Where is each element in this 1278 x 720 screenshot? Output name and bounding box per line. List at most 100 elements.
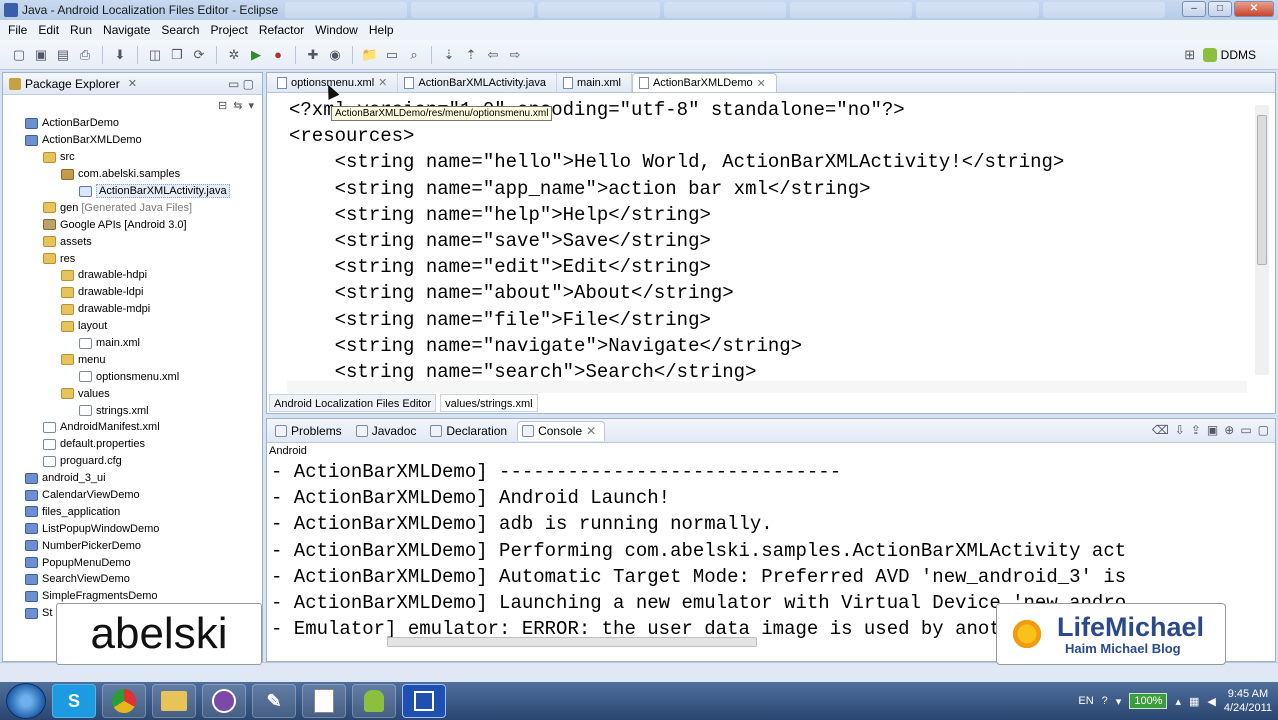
menu-window[interactable]: Window bbox=[311, 23, 365, 37]
language-indicator[interactable]: EN bbox=[1078, 695, 1093, 707]
minimize-button[interactable]: – bbox=[1182, 1, 1206, 17]
tree-item[interactable]: com.abelski.samples bbox=[3, 166, 262, 183]
tree-item[interactable]: NumberPickerDemo bbox=[3, 537, 262, 554]
menu-search[interactable]: Search bbox=[157, 23, 206, 37]
ddms-label[interactable]: DDMS bbox=[1221, 48, 1256, 62]
console-tab[interactable]: Problems bbox=[271, 421, 350, 441]
tree-item[interactable]: values bbox=[3, 385, 262, 402]
close-tab-icon[interactable]: ✕ bbox=[757, 77, 766, 90]
menu-help[interactable]: Help bbox=[365, 23, 401, 37]
save-icon[interactable]: ▣ bbox=[32, 46, 50, 64]
external-tools-icon[interactable]: ● bbox=[269, 46, 287, 64]
tree-item[interactable]: ListPopupWindowDemo bbox=[3, 520, 262, 537]
console-tab[interactable]: Javadoc bbox=[352, 421, 425, 441]
tree-item[interactable]: android_3_ui bbox=[3, 470, 262, 487]
tree-item[interactable]: menu bbox=[3, 351, 262, 368]
menu-run[interactable]: Run bbox=[66, 23, 99, 37]
tree-item[interactable]: assets bbox=[3, 233, 262, 250]
pdf-icon[interactable] bbox=[302, 684, 346, 718]
perspective-switcher[interactable]: ⊞ DDMS bbox=[1181, 46, 1256, 64]
app-icon[interactable] bbox=[202, 684, 246, 718]
tree-item[interactable]: src bbox=[3, 149, 262, 166]
scroll-thumb[interactable] bbox=[1257, 115, 1267, 265]
next-annotation-icon[interactable]: ⇣ bbox=[440, 46, 458, 64]
copy-icon[interactable]: ❐ bbox=[168, 46, 186, 64]
open-console-icon[interactable]: ⊕ bbox=[1224, 423, 1234, 437]
clock[interactable]: 9:45 AM 4/24/2011 bbox=[1224, 687, 1272, 715]
open-perspective-icon[interactable]: ⊞ bbox=[1181, 46, 1199, 64]
tree-item[interactable]: default.properties bbox=[3, 436, 262, 453]
tree-item[interactable]: res bbox=[3, 250, 262, 267]
run-icon[interactable]: ▶ bbox=[247, 46, 265, 64]
back-icon[interactable]: ⇦ bbox=[484, 46, 502, 64]
android-icon[interactable] bbox=[352, 684, 396, 718]
console-tab[interactable]: Console ✕ bbox=[517, 420, 606, 441]
help-icon[interactable]: ? bbox=[1102, 695, 1108, 707]
forward-icon[interactable]: ⇨ bbox=[506, 46, 524, 64]
minimize-icon[interactable]: ▭ bbox=[1240, 423, 1251, 437]
tree-item[interactable]: ActionBarDemo bbox=[3, 115, 262, 132]
refresh-icon[interactable]: ⟳ bbox=[190, 46, 208, 64]
editor-tab[interactable]: ActionBarXMLActivity.java bbox=[398, 73, 557, 92]
link-editor-icon[interactable]: ⇆ bbox=[233, 99, 242, 112]
start-button[interactable] bbox=[6, 683, 46, 719]
minimize-maximize-icon[interactable]: ▭ ▢ bbox=[228, 77, 254, 91]
package-explorer-title[interactable]: Package Explorer bbox=[25, 77, 120, 91]
tree-item[interactable]: drawable-ldpi bbox=[3, 284, 262, 301]
console-horizontal-scrollbar[interactable] bbox=[387, 637, 757, 647]
tree-item[interactable]: ActionBarXMLDemo bbox=[3, 132, 262, 149]
tree-item[interactable]: proguard.cfg bbox=[3, 453, 262, 470]
close-button[interactable]: ✕ bbox=[1234, 1, 1274, 17]
menu-navigate[interactable]: Navigate bbox=[99, 23, 157, 37]
code-editor[interactable]: <?xml version="1.0" encoding="utf-8" sta… bbox=[289, 97, 1064, 385]
close-tab-icon[interactable]: ✕ bbox=[378, 76, 387, 89]
tree-item[interactable]: drawable-hdpi bbox=[3, 267, 262, 284]
editor-horizontal-scrollbar[interactable] bbox=[287, 381, 1247, 393]
clear-console-icon[interactable]: ⌫ bbox=[1152, 423, 1169, 437]
volume-icon[interactable]: ◀ bbox=[1207, 695, 1215, 708]
save-all-icon[interactable]: ▤ bbox=[54, 46, 72, 64]
collapse-all-icon[interactable]: ⊟ bbox=[218, 99, 227, 112]
editor-vertical-scrollbar[interactable] bbox=[1255, 105, 1269, 375]
display-console-icon[interactable]: ▣ bbox=[1207, 423, 1218, 437]
tree-item[interactable]: AndroidManifest.xml bbox=[3, 419, 262, 436]
view-menu-icon[interactable]: ▾ bbox=[248, 99, 254, 112]
tree-item[interactable]: gen [Generated Java Files] bbox=[3, 199, 262, 216]
debug-icon[interactable]: ✲ bbox=[225, 46, 243, 64]
tree-item[interactable]: Google APIs [Android 3.0] bbox=[3, 216, 262, 233]
tree-item[interactable]: PopupMenuDemo bbox=[3, 554, 262, 571]
editor-tab[interactable]: ActionBarXMLDemo ✕ bbox=[631, 73, 777, 92]
search-icon[interactable]: ⌕ bbox=[405, 46, 423, 64]
tree-item[interactable]: SearchViewDemo bbox=[3, 571, 262, 588]
battery-indicator[interactable]: 100% bbox=[1129, 693, 1168, 709]
tree-item[interactable]: strings.xml bbox=[3, 402, 262, 419]
editor-tab[interactable]: main.xml bbox=[557, 73, 632, 92]
console-tab[interactable]: Declaration bbox=[426, 421, 515, 441]
new-java-icon[interactable]: ◉ bbox=[326, 46, 344, 64]
tree-item[interactable]: drawable-mdpi bbox=[3, 301, 262, 318]
show-hidden-icons-icon[interactable]: ▴ bbox=[1175, 695, 1181, 708]
maximize-icon[interactable]: ▢ bbox=[1258, 423, 1269, 437]
eclipse-icon[interactable] bbox=[402, 684, 446, 718]
maximize-button[interactable]: □ bbox=[1208, 1, 1232, 17]
skype-icon[interactable]: S bbox=[52, 684, 96, 718]
close-tab-icon[interactable]: ✕ bbox=[586, 424, 596, 438]
print-icon[interactable]: ⎙ bbox=[76, 46, 94, 64]
menu-file[interactable]: File bbox=[4, 23, 34, 37]
open-type-icon[interactable]: ◫ bbox=[146, 46, 164, 64]
tree-item[interactable]: layout bbox=[3, 318, 262, 335]
menu-refactor[interactable]: Refactor bbox=[255, 23, 311, 37]
editor-page-tab[interactable]: Android Localization Files Editor bbox=[269, 394, 437, 412]
android-sdk-icon[interactable]: ⬇ bbox=[111, 46, 129, 64]
open-task-icon[interactable]: ▭ bbox=[383, 46, 401, 64]
pin-console-icon[interactable]: ⇪ bbox=[1191, 423, 1201, 437]
menu-project[interactable]: Project bbox=[206, 23, 254, 37]
paint-icon[interactable]: ✎ bbox=[252, 684, 296, 718]
tree-item[interactable]: CalendarViewDemo bbox=[3, 487, 262, 504]
editor-page-tab[interactable]: values/strings.xml bbox=[440, 394, 538, 412]
explorer-icon[interactable] bbox=[152, 684, 196, 718]
tree-item[interactable]: ActionBarXMLActivity.java bbox=[3, 183, 262, 200]
open-folder-icon[interactable]: 📁 bbox=[361, 46, 379, 64]
previous-annotation-icon[interactable]: ⇡ bbox=[462, 46, 480, 64]
network-icon[interactable]: ▦ bbox=[1189, 695, 1199, 708]
